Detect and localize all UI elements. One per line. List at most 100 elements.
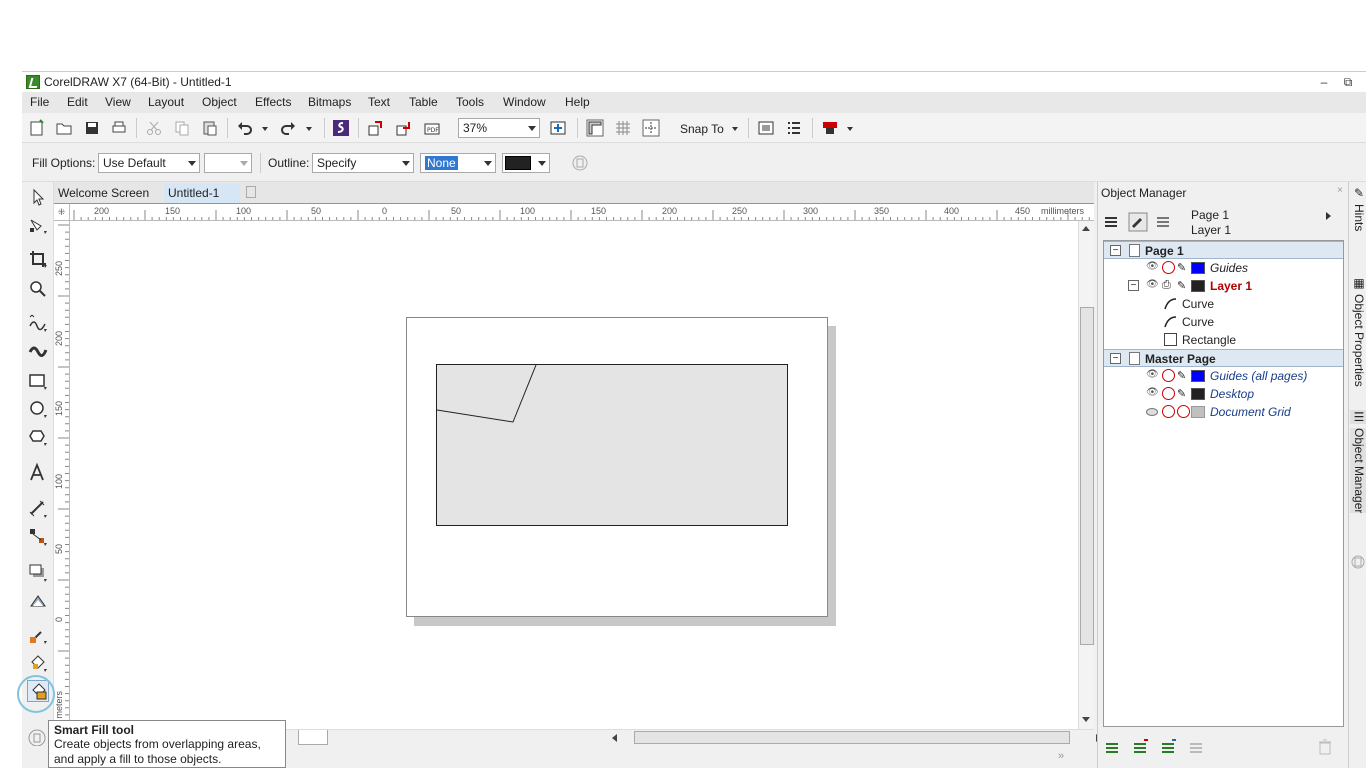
menu-table[interactable]: Table — [409, 95, 438, 109]
tree-row-curve[interactable]: Curve — [1104, 313, 1343, 331]
edit-across-layers-icon[interactable] — [1128, 212, 1148, 232]
ruler-origin[interactable]: ⁜ — [54, 203, 70, 221]
layer-manager-view-icon[interactable] — [1102, 212, 1122, 232]
copy-icon[interactable] — [173, 119, 191, 137]
menu-file[interactable]: File — [30, 95, 49, 109]
visibility-eye-icon[interactable]: 👁 — [1146, 279, 1159, 292]
quick-customize-icon[interactable] — [27, 728, 47, 748]
scroll-up-icon[interactable] — [1082, 226, 1090, 231]
show-rulers-icon[interactable] — [586, 119, 604, 137]
vertical-scrollbar[interactable] — [1078, 221, 1094, 729]
horizontal-scroll-thumb[interactable] — [634, 731, 1070, 744]
options-icon[interactable] — [757, 119, 775, 137]
printable-disabled-icon[interactable] — [1162, 405, 1175, 418]
new-master-layer-icon[interactable] — [1132, 738, 1150, 756]
search-content-icon[interactable] — [332, 119, 350, 137]
undo-dropdown-icon[interactable] — [260, 119, 270, 137]
undo-icon[interactable] — [236, 119, 254, 137]
layer-color-swatch[interactable] — [1191, 262, 1205, 274]
fill-options-select[interactable]: Use Default — [98, 153, 200, 173]
printer-icon[interactable]: ⎙ — [1162, 279, 1175, 292]
horizontal-ruler[interactable]: 200 150 100 50 0 50 100 150 200 250 300 … — [70, 203, 1094, 221]
new-tab-icon[interactable] — [246, 186, 256, 198]
polygon-tool[interactable] — [27, 426, 49, 448]
new-master-layer-all-pages-icon[interactable] — [1160, 738, 1178, 756]
print-icon[interactable] — [110, 119, 128, 137]
freehand-tool[interactable] — [27, 312, 49, 334]
menu-tools[interactable]: Tools — [456, 95, 484, 109]
tree-row-document-grid[interactable]: Document Grid — [1104, 403, 1343, 421]
menu-edit[interactable]: Edit — [67, 95, 88, 109]
new-master-layer-odd-icon[interactable] — [1188, 738, 1206, 756]
menu-view[interactable]: View — [105, 95, 131, 109]
tab-welcome-screen[interactable]: Welcome Screen — [54, 184, 164, 203]
welcome-screen-dropdown-icon[interactable] — [845, 119, 855, 137]
drop-shadow-tool[interactable] — [27, 562, 49, 584]
application-launcher-icon[interactable] — [785, 119, 803, 137]
text-tool[interactable] — [27, 462, 49, 484]
scroll-left-icon[interactable] — [612, 734, 617, 742]
new-layer-icon[interactable] — [1104, 738, 1122, 756]
drawing-objects[interactable] — [436, 364, 790, 529]
tree-row-master-page[interactable]: − Master Page — [1104, 349, 1343, 367]
zoom-level-select[interactable]: 37% — [458, 118, 540, 138]
page-tab[interactable] — [298, 730, 328, 745]
printable-disabled-icon[interactable] — [1162, 387, 1175, 400]
connector-tool[interactable] — [27, 526, 49, 548]
pick-tool[interactable] — [27, 186, 49, 208]
shape-tool[interactable] — [27, 214, 49, 236]
color-eyedropper-tool[interactable] — [27, 624, 49, 646]
fill-color-picker[interactable] — [204, 153, 252, 173]
redo-dropdown-icon[interactable] — [304, 119, 314, 137]
tab-hints[interactable]: Hints — [1350, 204, 1366, 231]
drawing-canvas[interactable] — [70, 221, 1078, 729]
editable-disabled-icon[interactable] — [1177, 405, 1190, 418]
editable-pencil-icon[interactable]: ✎ — [1177, 369, 1190, 382]
copy-properties-icon[interactable] — [571, 154, 589, 172]
export-icon[interactable] — [395, 119, 413, 137]
menu-object[interactable]: Object — [202, 95, 237, 109]
ellipse-tool[interactable] — [27, 398, 49, 420]
minimize-button[interactable]: – — [1314, 73, 1334, 91]
layer-color-swatch[interactable] — [1191, 280, 1205, 292]
tab-object-manager[interactable]: Object Manager — [1350, 428, 1366, 514]
tree-row-page-1[interactable]: − Page 1 — [1104, 241, 1343, 259]
tree-row-curve[interactable]: Curve — [1104, 295, 1343, 313]
snap-to-dropdown-icon[interactable] — [730, 119, 740, 137]
editable-pencil-icon[interactable]: ✎ — [1177, 261, 1190, 274]
visibility-eye-icon[interactable]: 👁 — [1146, 369, 1159, 382]
zoom-tool[interactable] — [27, 278, 49, 300]
menu-layout[interactable]: Layout — [148, 95, 184, 109]
visibility-eye-icon[interactable]: 👁 — [1146, 387, 1159, 400]
vertical-scroll-thumb[interactable] — [1080, 307, 1094, 645]
tree-row-guides[interactable]: 👁 ✎ Guides — [1104, 259, 1343, 277]
show-guidelines-icon[interactable] — [642, 119, 660, 137]
redo-icon[interactable] — [279, 119, 297, 137]
transparency-tool[interactable] — [27, 590, 49, 612]
tree-row-layer-1[interactable]: − 👁 ⎙ ✎ Layer 1 — [1104, 277, 1343, 295]
show-object-properties-icon[interactable] — [1154, 212, 1174, 232]
save-icon[interactable] — [83, 119, 101, 137]
publish-pdf-icon[interactable]: PDF — [423, 119, 441, 137]
full-screen-preview-icon[interactable] — [549, 119, 567, 137]
menu-effects[interactable]: Effects — [255, 95, 291, 109]
docker-close-icon[interactable]: × — [1337, 185, 1343, 196]
vertical-ruler[interactable]: 250 200 150 100 50 0 meters — [54, 221, 70, 729]
status-expand-icon[interactable]: » — [1058, 750, 1064, 762]
collapse-icon[interactable]: − — [1128, 280, 1139, 291]
show-grid-icon[interactable] — [614, 119, 632, 137]
printable-disabled-icon[interactable] — [1162, 369, 1175, 382]
tree-row-guides-all-pages[interactable]: 👁 ✎ Guides (all pages) — [1104, 367, 1343, 385]
layer-color-swatch[interactable] — [1191, 370, 1205, 382]
interactive-fill-tool[interactable] — [27, 652, 49, 674]
editable-pencil-icon[interactable]: ✎ — [1177, 387, 1190, 400]
import-icon[interactable] — [367, 119, 385, 137]
tree-row-desktop[interactable]: 👁 ✎ Desktop — [1104, 385, 1343, 403]
restore-button[interactable]: ⧉ — [1338, 73, 1358, 91]
layer-color-swatch[interactable] — [1191, 388, 1205, 400]
collapse-icon[interactable]: − — [1110, 353, 1121, 364]
outline-color-picker[interactable] — [502, 153, 550, 173]
rectangle-object[interactable] — [436, 364, 788, 526]
hidden-eye-icon[interactable] — [1146, 408, 1158, 416]
menu-text[interactable]: Text — [368, 95, 390, 109]
